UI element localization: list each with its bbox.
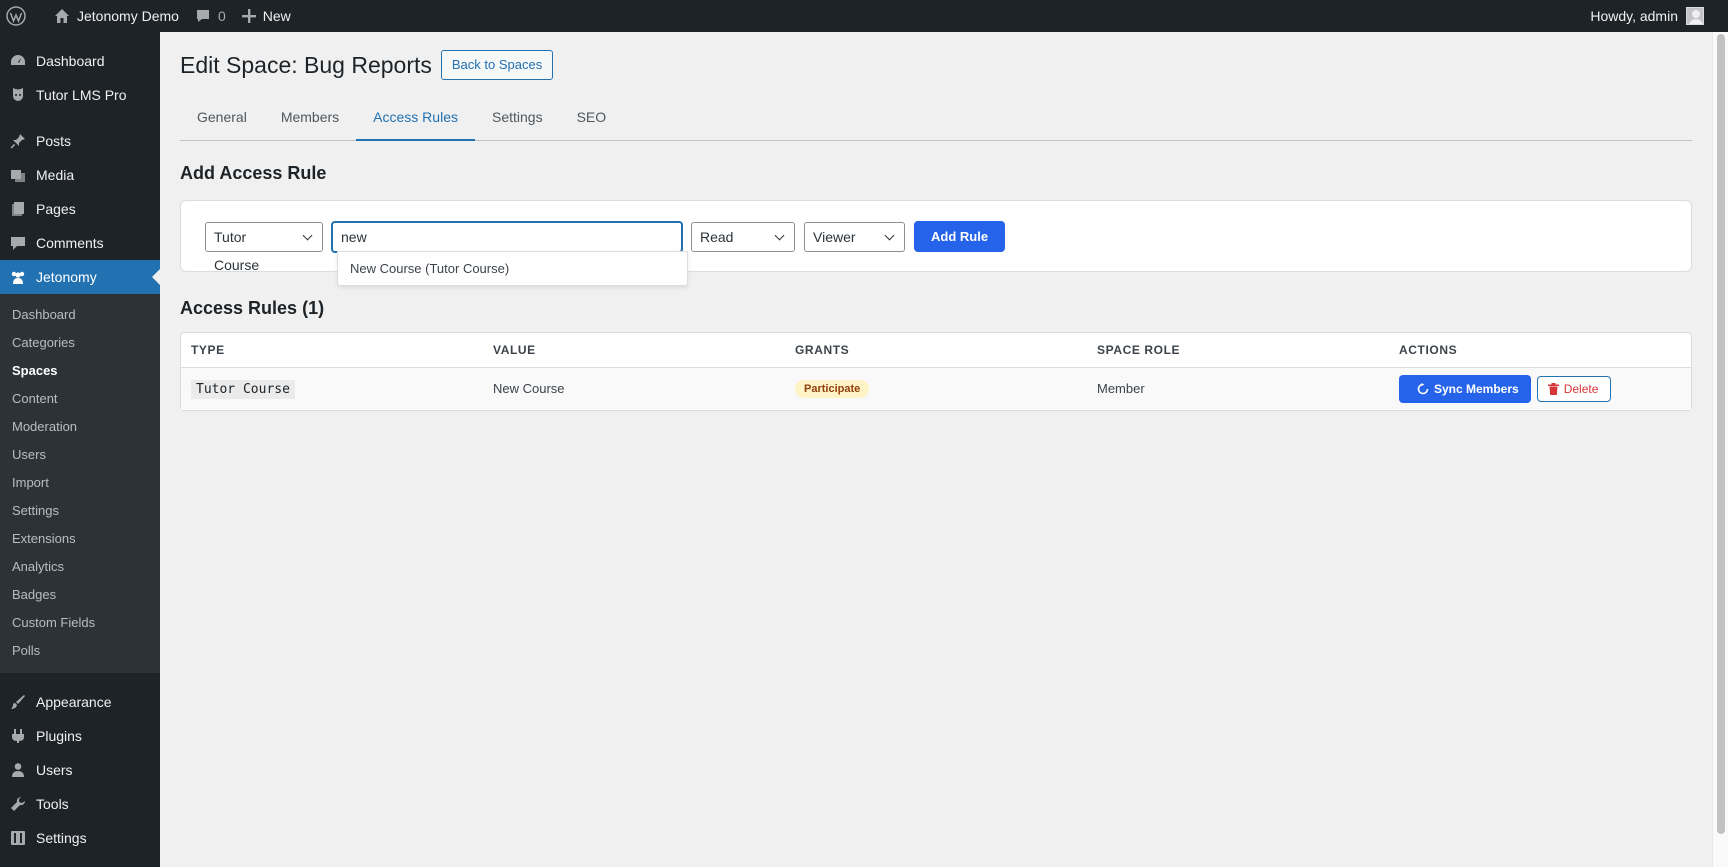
- menu-posts[interactable]: Posts: [0, 124, 160, 158]
- submenu-categories[interactable]: Categories: [0, 329, 160, 357]
- tab-general[interactable]: General: [180, 100, 264, 141]
- column-actions: ACTIONS: [1389, 333, 1691, 368]
- jetonomy-submenu: Dashboard Categories Spaces Content Mode…: [0, 294, 160, 673]
- rule-space-role: Member: [1087, 367, 1389, 410]
- rule-value-search-input[interactable]: new: [332, 221, 682, 252]
- comments-icon: [10, 235, 26, 251]
- submenu-extensions[interactable]: Extensions: [0, 525, 160, 553]
- site-name-link[interactable]: Jetonomy Demo: [46, 0, 187, 32]
- menu-pages[interactable]: Pages: [0, 192, 160, 226]
- submenu-polls[interactable]: Polls: [0, 637, 160, 665]
- table-row: Tutor Course New Course Participate Memb…: [181, 367, 1691, 410]
- submenu-analytics[interactable]: Analytics: [0, 553, 160, 581]
- avatar: [1686, 7, 1704, 25]
- plugins-icon: [10, 728, 26, 744]
- autocomplete-option[interactable]: New Course (Tutor Course): [338, 252, 687, 285]
- back-to-spaces-button[interactable]: Back to Spaces: [440, 50, 554, 80]
- submenu-spaces[interactable]: Spaces: [0, 357, 160, 385]
- submenu-settings[interactable]: Settings: [0, 497, 160, 525]
- rule-type-code: Tutor Course: [191, 379, 295, 399]
- submenu-custom-fields[interactable]: Custom Fields: [0, 609, 160, 637]
- space-role-select[interactable]: Viewer: [804, 221, 905, 252]
- media-icon: [10, 167, 26, 183]
- comments-count: 0: [217, 8, 226, 24]
- appearance-icon: [10, 694, 26, 710]
- add-access-rule-heading: Add Access Rule: [180, 163, 327, 183]
- main-content: Edit Space: Bug Reports Back to Spaces G…: [160, 32, 1712, 867]
- tab-members[interactable]: Members: [264, 100, 356, 141]
- delete-rule-button[interactable]: Delete: [1536, 375, 1612, 402]
- column-space-role: SPACE ROLE: [1087, 333, 1389, 368]
- rule-value: New Course: [483, 367, 785, 410]
- tab-access-rules[interactable]: Access Rules: [356, 100, 475, 141]
- new-content-link[interactable]: New: [234, 0, 299, 32]
- account-menu[interactable]: Howdy, admin: [1590, 0, 1704, 32]
- add-rule-card: Tutor Course new Read Viewer Add Rule Ne…: [180, 200, 1692, 286]
- tools-icon: [10, 796, 26, 812]
- tab-seo[interactable]: SEO: [560, 100, 624, 141]
- menu-jetonomy[interactable]: Jetonomy: [0, 260, 160, 294]
- groups-icon: [10, 269, 26, 285]
- pages-icon: [10, 201, 26, 217]
- submenu-badges[interactable]: Badges: [0, 581, 160, 609]
- menu-settings[interactable]: Settings: [0, 821, 160, 855]
- permission-select[interactable]: Read: [691, 221, 795, 252]
- comments-link[interactable]: 0: [187, 0, 234, 32]
- menu-comments[interactable]: Comments: [0, 226, 160, 260]
- admin-sidebar: Dashboard Tutor LMS Pro Posts Media Page…: [0, 32, 160, 867]
- add-rule-button[interactable]: Add Rule: [914, 221, 1006, 252]
- rule-type-select[interactable]: Tutor Course: [205, 221, 323, 273]
- access-rules-heading: Access Rules (1): [180, 298, 325, 318]
- pin-icon: [10, 133, 26, 149]
- settings-icon: [10, 830, 26, 846]
- space-tabs: General Members Access Rules Settings SE…: [180, 100, 1692, 141]
- dashboard-icon: [10, 53, 26, 69]
- menu-appearance[interactable]: Appearance: [0, 685, 160, 719]
- submenu-users[interactable]: Users: [0, 441, 160, 469]
- users-icon: [10, 762, 26, 778]
- column-value: VALUE: [483, 333, 785, 368]
- tutor-icon: [10, 87, 26, 103]
- grants-badge: Participate: [795, 379, 870, 398]
- wordpress-logo-icon[interactable]: [0, 0, 34, 32]
- trash-icon: [1547, 382, 1559, 395]
- access-rules-table: TYPE VALUE GRANTS SPACE ROLE ACTIONS Tut…: [180, 332, 1692, 411]
- column-grants: GRANTS: [785, 333, 1087, 368]
- sync-members-button[interactable]: Sync Members: [1399, 374, 1531, 403]
- submenu-content[interactable]: Content: [0, 385, 160, 413]
- tab-settings[interactable]: Settings: [475, 100, 560, 141]
- page-title: Edit Space: Bug Reports: [180, 51, 432, 78]
- column-type: TYPE: [181, 333, 483, 368]
- page-scrollbar[interactable]: [1712, 32, 1728, 867]
- menu-tools[interactable]: Tools: [0, 787, 160, 821]
- site-name: Jetonomy Demo: [77, 8, 179, 24]
- home-icon: [55, 9, 69, 23]
- menu-dashboard[interactable]: Dashboard: [0, 44, 160, 78]
- comment-bubble-icon: [196, 10, 209, 22]
- menu-media[interactable]: Media: [0, 158, 160, 192]
- new-label: New: [262, 8, 291, 24]
- sync-icon: [1417, 382, 1429, 395]
- table-header-row: TYPE VALUE GRANTS SPACE ROLE ACTIONS: [181, 333, 1691, 368]
- admin-bar: Jetonomy Demo 0 New Howdy, admin: [0, 0, 1728, 32]
- submenu-dashboard[interactable]: Dashboard: [0, 301, 160, 329]
- howdy-text: Howdy, admin: [1590, 8, 1678, 24]
- submenu-moderation[interactable]: Moderation: [0, 413, 160, 441]
- menu-plugins[interactable]: Plugins: [0, 719, 160, 753]
- plus-icon: [241, 9, 256, 23]
- scrollbar-thumb[interactable]: [1717, 34, 1725, 834]
- menu-users[interactable]: Users: [0, 753, 160, 787]
- menu-tutor-lms-pro[interactable]: Tutor LMS Pro: [0, 78, 160, 112]
- autocomplete-dropdown: New Course (Tutor Course): [337, 251, 688, 286]
- submenu-import[interactable]: Import: [0, 469, 160, 497]
